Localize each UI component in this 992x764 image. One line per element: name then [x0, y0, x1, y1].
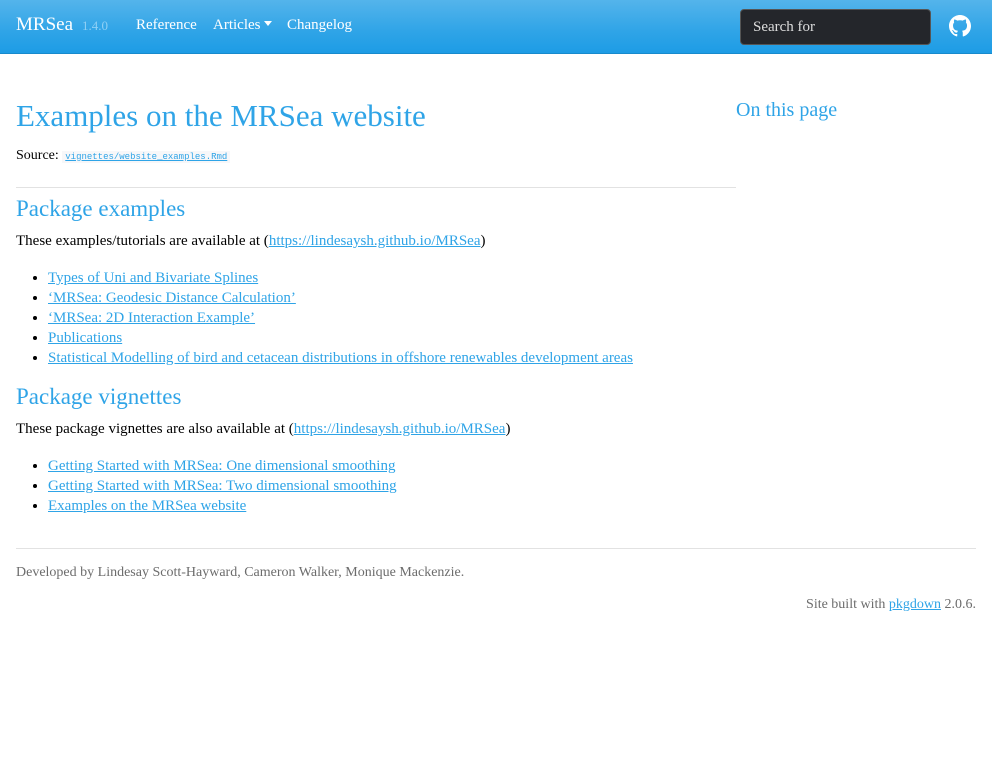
link-statistical-modelling[interactable]: Statistical Modelling of bird and cetace…: [48, 350, 633, 366]
caret-down-icon: [264, 21, 273, 26]
intro-suffix: ): [480, 233, 486, 249]
list-item: ‘MRSea: 2D Interaction Example’: [48, 308, 633, 328]
list-item: Publications: [48, 328, 633, 348]
link-website-examples[interactable]: Examples on the MRSea website: [48, 498, 246, 514]
navbar: MRSea 1.4.0 Reference Articles Changelog: [0, 0, 992, 54]
list-item: Examples on the MRSea website: [48, 496, 397, 516]
list-item: Getting Started with MRSea: One dimensio…: [48, 456, 397, 476]
nav-articles-label: Articles: [213, 17, 261, 33]
section-heading-package-vignettes[interactable]: Package vignettes: [16, 384, 181, 410]
intro-link[interactable]: https://lindesaysh.github.io/MRSea: [294, 421, 506, 437]
link-2d-interaction[interactable]: ‘MRSea: 2D Interaction Example’: [48, 310, 255, 326]
page-title: Examples on the MRSea website: [16, 98, 426, 133]
source-file-link[interactable]: vignettes/website_examples.Rmd: [62, 148, 231, 163]
built-version: 2.0.6.: [944, 597, 977, 612]
intro-link[interactable]: https://lindesaysh.github.io/MRSea: [269, 233, 481, 249]
built-prefix: Site built with: [806, 597, 886, 612]
link-uni-bivariate-splines[interactable]: Types of Uni and Bivariate Splines: [48, 270, 258, 286]
nav-changelog[interactable]: Changelog: [287, 17, 352, 34]
brand-link[interactable]: MRSea: [16, 14, 73, 36]
section-intro: These package vignettes are also availab…: [16, 421, 510, 438]
source-file-code: vignettes/website_examples.Rmd: [62, 151, 231, 163]
examples-list: Types of Uni and Bivariate Splines ‘MRSe…: [16, 268, 633, 368]
toc-title: On this page: [736, 99, 838, 121]
built-with: Site built with pkgdown 2.0.6.: [806, 597, 976, 613]
intro-text: These examples/tutorials are available a…: [16, 233, 269, 249]
footer-divider: [16, 548, 976, 549]
version-badge: 1.4.0: [82, 18, 108, 33]
source-line: Source: vignettes/website_examples.Rmd: [16, 148, 231, 164]
vignettes-list: Getting Started with MRSea: One dimensio…: [16, 456, 397, 516]
developed-by: Developed by Lindesay Scott-Hayward, Cam…: [16, 565, 465, 580]
list-item: Types of Uni and Bivariate Splines: [48, 268, 633, 288]
link-geodesic-distance[interactable]: ‘MRSea: Geodesic Distance Calculation’: [48, 290, 296, 306]
nav-reference[interactable]: Reference: [136, 17, 197, 34]
link-one-dimensional[interactable]: Getting Started with MRSea: One dimensio…: [48, 458, 395, 474]
pkgdown-link[interactable]: pkgdown: [889, 597, 941, 612]
github-icon: [949, 15, 971, 37]
source-label: Source:: [16, 148, 59, 163]
divider: [16, 187, 736, 188]
list-item: Getting Started with MRSea: Two dimensio…: [48, 476, 397, 496]
list-item: Statistical Modelling of bird and cetace…: [48, 348, 633, 368]
link-publications[interactable]: Publications: [48, 330, 122, 346]
list-item: ‘MRSea: Geodesic Distance Calculation’: [48, 288, 633, 308]
search-input[interactable]: [740, 9, 931, 45]
intro-suffix: ): [505, 421, 511, 437]
section-intro: These examples/tutorials are available a…: [16, 233, 485, 250]
link-two-dimensional[interactable]: Getting Started with MRSea: Two dimensio…: [48, 478, 397, 494]
nav-articles-dropdown[interactable]: Articles: [213, 17, 273, 34]
intro-text: These package vignettes are also availab…: [16, 421, 294, 437]
section-heading-package-examples[interactable]: Package examples: [16, 196, 185, 222]
